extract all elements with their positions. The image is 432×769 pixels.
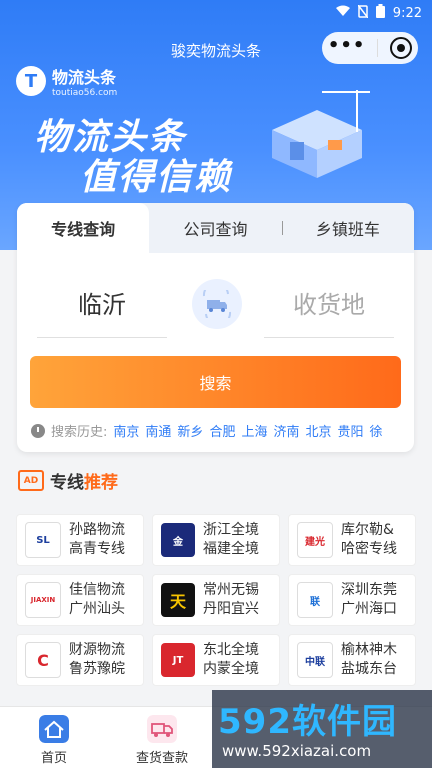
company-line2: 丹阳宜兴 (203, 601, 259, 617)
company-logo: JIAXIN (25, 582, 61, 618)
search-button[interactable]: 搜索 (30, 356, 401, 408)
recommend-section-header: AD 专线 推荐 (18, 468, 118, 493)
warehouse-illustration (272, 90, 370, 178)
tabbar-home[interactable]: 首页 (0, 707, 108, 769)
company-line1: 库尔勒& (341, 522, 394, 538)
company-line1: 常州无锡 (203, 582, 259, 598)
more-icon[interactable]: ••• (328, 35, 366, 56)
company-line1: 榆林神木 (341, 642, 397, 658)
ad-icon: AD (18, 470, 44, 491)
company-line2: 广州汕头 (69, 601, 125, 617)
no-sim-icon (357, 4, 369, 22)
history-label: 搜索历史: (51, 425, 108, 440)
company-line2: 高青专线 (69, 541, 125, 557)
company-logo: JT (161, 643, 195, 677)
company-logo: 联 (297, 582, 333, 618)
history-item[interactable]: 北京 (305, 421, 331, 440)
company-line2: 福建全境 (203, 541, 259, 557)
battery-icon (375, 4, 385, 22)
company-card[interactable]: 中联 榆林神木盐城东台 (288, 634, 416, 686)
home-icon (39, 715, 69, 743)
history-item[interactable]: 南通 (145, 421, 171, 440)
company-line1: 深圳东莞 (341, 582, 397, 598)
watermark-title: 592软件园 (218, 702, 397, 742)
tabbar-home-label: 首页 (40, 751, 67, 766)
search-history: 搜索历史: 南京 南通 新乡 合肥 上海 济南 北京 贵阳 徐 (31, 421, 411, 440)
destination-city[interactable]: 收货地 (264, 285, 394, 320)
section-title-accent: 推荐 (84, 473, 118, 493)
swap-truck-button[interactable] (192, 279, 242, 329)
tab-town-bus[interactable]: 乡镇班车 (281, 203, 414, 253)
history-item[interactable]: 济南 (273, 421, 299, 440)
company-card[interactable]: 建光 库尔勒& 哈密专线 (288, 514, 416, 566)
history-item[interactable]: 新乡 (177, 421, 203, 440)
wifi-icon (335, 5, 350, 21)
company-line2: 哈密专线 (341, 541, 397, 557)
company-card[interactable]: 联 深圳东莞广州海口 (288, 574, 416, 626)
company-line1: 浙江全境 (203, 522, 259, 538)
tab-company-query[interactable]: 公司查询 (149, 203, 281, 253)
company-line2: 内蒙全境 (203, 661, 259, 677)
truck-swap-icon (202, 290, 232, 318)
logo-url: toutiao56.com (52, 88, 118, 98)
truck-icon (147, 715, 177, 743)
tabbar-track-label: 查货查款 (135, 751, 188, 766)
company-card[interactable]: JT 东北全境内蒙全境 (152, 634, 280, 686)
company-logo: 建光 (297, 522, 333, 558)
capsule-menu[interactable]: ••• (322, 32, 418, 64)
watermark-overlay: 592软件园 www.592xiazai.com (212, 690, 432, 768)
company-line2: 盐城东台 (341, 661, 397, 677)
company-line2: 广州海口 (341, 601, 397, 617)
clock-time: 9:22 (392, 5, 422, 21)
company-card[interactable]: SL 孙路物流高青专线 (16, 514, 144, 566)
brand-logo: T 物流头条 toutiao56.com (16, 64, 117, 98)
search-card: 专线查询 公司查询 乡镇班车 临沂 收货地 搜索 搜索历史: 南京 南通 新乡 (17, 203, 414, 452)
watermark-url: www.592xiazai.com (222, 742, 372, 760)
clock-icon (31, 423, 45, 438)
capsule-divider (377, 39, 379, 57)
section-title: 专线 (50, 473, 84, 493)
company-logo: SL (25, 522, 61, 558)
destination-underline (264, 337, 394, 338)
company-line1: 东北全境 (203, 642, 259, 658)
origin-underline (37, 337, 167, 338)
logo-name: 物流头条 (52, 68, 117, 87)
tab-divider (281, 221, 283, 235)
company-card[interactable]: 金 浙江全境福建全境 (152, 514, 280, 566)
company-line1: 孙路物流 (69, 522, 125, 538)
logo-mark-icon: T (16, 66, 46, 96)
company-line2: 鲁苏豫皖 (69, 661, 125, 677)
company-line1: 佳信物流 (69, 582, 125, 598)
company-logo: 中联 (297, 642, 333, 678)
company-card[interactable]: JIAXIN 佳信物流广州汕头 (16, 574, 144, 626)
company-card[interactable]: C 财源物流鲁苏豫皖 (16, 634, 144, 686)
history-item[interactable]: 合肥 (209, 421, 235, 440)
search-tabs: 专线查询 公司查询 乡镇班车 (17, 203, 414, 253)
company-grid: SL 孙路物流高青专线 金 浙江全境福建全境 建光 库尔勒& 哈密专线 JIAXI… (16, 514, 416, 686)
origin-city[interactable]: 临沂 (37, 285, 167, 320)
history-item[interactable]: 贵阳 (338, 421, 364, 440)
tab-line-query[interactable]: 专线查询 (17, 203, 150, 253)
history-item[interactable]: 上海 (241, 421, 267, 440)
company-logo: 天 (161, 583, 195, 617)
status-bar: 9:22 (0, 0, 432, 24)
route-picker: 临沂 收货地 (17, 253, 414, 353)
history-item[interactable]: 徐 (370, 421, 383, 440)
company-line1: 财源物流 (69, 642, 125, 658)
history-item[interactable]: 南京 (113, 421, 139, 440)
tab-town-bus-label: 乡镇班车 (315, 220, 380, 239)
tabbar-track[interactable]: 查货查款 (108, 707, 216, 769)
target-icon[interactable] (390, 37, 413, 59)
company-card[interactable]: 天 常州无锡丹阳宜兴 (152, 574, 280, 626)
company-logo: 金 (161, 523, 195, 557)
slogan-line2: 值得信赖 (80, 157, 233, 198)
company-logo: C (25, 642, 61, 678)
